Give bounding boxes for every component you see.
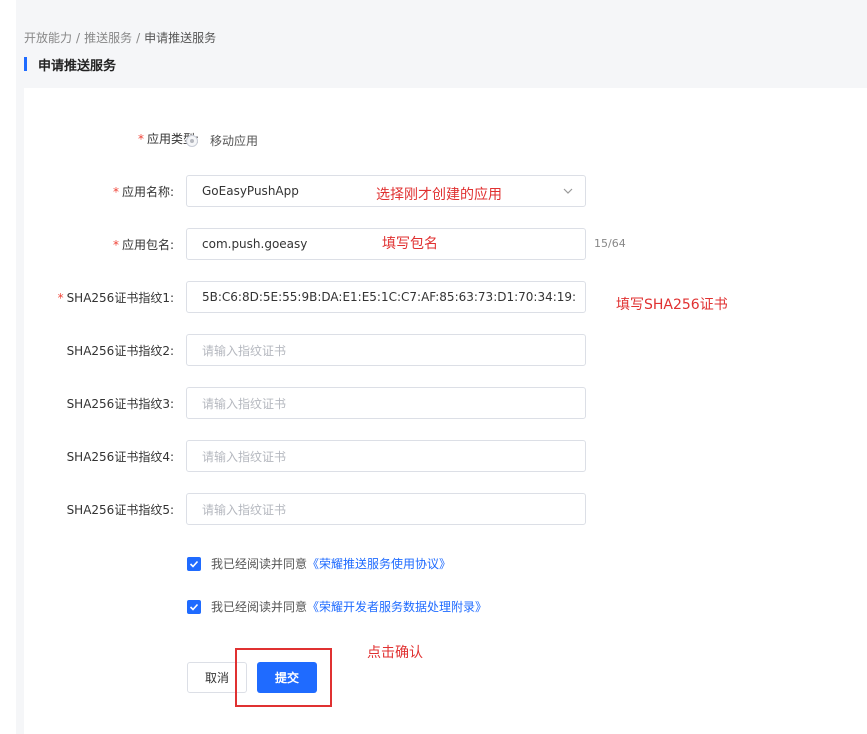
annotation-submit: 点击确认 bbox=[367, 645, 423, 661]
title-accent-bar bbox=[24, 57, 27, 71]
agreement-2: 我已经阅读并同意 《荣耀开发者服务数据处理附录》 bbox=[187, 598, 487, 615]
sha2-row: SHA256证书指纹2: bbox=[24, 334, 174, 366]
sha3-placeholder: 请输入指纹证书 bbox=[202, 396, 287, 411]
cancel-button[interactable]: 取消 bbox=[187, 662, 247, 693]
agreement-2-checkbox[interactable] bbox=[187, 599, 201, 614]
breadcrumb-item-current: 申请推送服务 bbox=[144, 31, 217, 45]
sha5-input[interactable]: 请输入指纹证书 bbox=[186, 493, 586, 525]
sha4-row: SHA256证书指纹4: bbox=[24, 440, 174, 472]
package-name-value: com.push.goeasy bbox=[202, 237, 308, 251]
sha4-label: SHA256证书指纹4: bbox=[66, 449, 174, 464]
breadcrumb-item-push-service[interactable]: 推送服务 bbox=[84, 31, 132, 45]
package-name-counter: 15/64 bbox=[594, 237, 626, 250]
sha3-label: SHA256证书指纹3: bbox=[66, 396, 174, 411]
app-type-value: 移动应用 bbox=[210, 134, 259, 148]
app-name-label: * 应用名称: bbox=[0, 183, 174, 200]
required-mark: * bbox=[57, 290, 64, 305]
radio-icon bbox=[186, 134, 198, 147]
breadcrumb-item-open-capability[interactable]: 开放能力 bbox=[24, 31, 72, 45]
page-title: 申请推送服务 bbox=[24, 55, 117, 74]
sha4-placeholder: 请输入指纹证书 bbox=[202, 449, 287, 464]
app-type-row: * 应用类型: bbox=[24, 122, 199, 154]
page-title-text: 申请推送服务 bbox=[38, 58, 117, 74]
agreement-1-checkbox[interactable] bbox=[187, 556, 201, 571]
sha1-row: * SHA256证书指纹1: bbox=[24, 281, 174, 313]
package-name-row: * 应用包名: bbox=[24, 228, 174, 260]
sha1-label-text: SHA256证书指纹1: bbox=[66, 290, 174, 305]
sha1-label: * SHA256证书指纹1: bbox=[0, 289, 174, 306]
breadcrumb: 开放能力 / 推送服务 / 申请推送服务 bbox=[24, 29, 216, 46]
submit-button[interactable]: 提交 bbox=[257, 662, 317, 693]
sha1-input[interactable]: 5B:C6:8D:5E:55:9B:DA:E1:E5:1C:C7:AF:85:6… bbox=[186, 281, 586, 313]
sha2-label: SHA256证书指纹2: bbox=[66, 343, 174, 358]
agreement-1: 我已经阅读并同意 《荣耀推送服务使用协议》 bbox=[187, 555, 451, 572]
annotation-package-name: 填写包名 bbox=[382, 236, 438, 252]
form-card: * 应用类型: 移动应用 * 应用名称: GoEasyPushApp 选择刚才创建的… bbox=[24, 88, 867, 734]
sha3-row: SHA256证书指纹3: bbox=[24, 387, 174, 419]
app-type-label: * 应用类型: bbox=[24, 130, 199, 147]
required-mark: * bbox=[112, 237, 119, 252]
app-name-value: GoEasyPushApp bbox=[202, 184, 299, 198]
sha1-value: 5B:C6:8D:5E:55:9B:DA:E1:E5:1C:C7:AF:85:6… bbox=[202, 290, 577, 304]
sha2-placeholder: 请输入指纹证书 bbox=[202, 343, 287, 358]
app-type-radio[interactable]: 移动应用 bbox=[186, 132, 258, 149]
app-name-row: * 应用名称: bbox=[24, 175, 174, 207]
chevron-down-icon bbox=[563, 188, 573, 194]
sha3-input[interactable]: 请输入指纹证书 bbox=[186, 387, 586, 419]
sha4-input[interactable]: 请输入指纹证书 bbox=[186, 440, 586, 472]
check-icon bbox=[189, 603, 199, 611]
annotation-app-name: 选择刚才创建的应用 bbox=[376, 187, 502, 203]
package-name-label-text: 应用包名: bbox=[121, 237, 174, 252]
required-mark: * bbox=[112, 184, 119, 199]
check-icon bbox=[189, 560, 199, 568]
required-mark: * bbox=[137, 131, 144, 146]
sha5-label: SHA256证书指纹5: bbox=[66, 502, 174, 517]
package-name-label: * 应用包名: bbox=[0, 236, 174, 253]
agreement-1-link[interactable]: 《荣耀推送服务使用协议》 bbox=[307, 555, 451, 572]
breadcrumb-separator: / bbox=[136, 31, 141, 45]
sha2-input[interactable]: 请输入指纹证书 bbox=[186, 334, 586, 366]
breadcrumb-separator: / bbox=[76, 31, 81, 45]
agreement-2-link[interactable]: 《荣耀开发者服务数据处理附录》 bbox=[307, 598, 487, 615]
agreement-2-text: 我已经阅读并同意 bbox=[211, 600, 308, 614]
agreement-1-text: 我已经阅读并同意 bbox=[211, 557, 308, 571]
annotation-sha: 填写SHA256证书 bbox=[616, 297, 728, 313]
sha5-row: SHA256证书指纹5: bbox=[24, 493, 174, 525]
app-name-label-text: 应用名称: bbox=[121, 184, 174, 199]
sha5-placeholder: 请输入指纹证书 bbox=[202, 502, 287, 517]
